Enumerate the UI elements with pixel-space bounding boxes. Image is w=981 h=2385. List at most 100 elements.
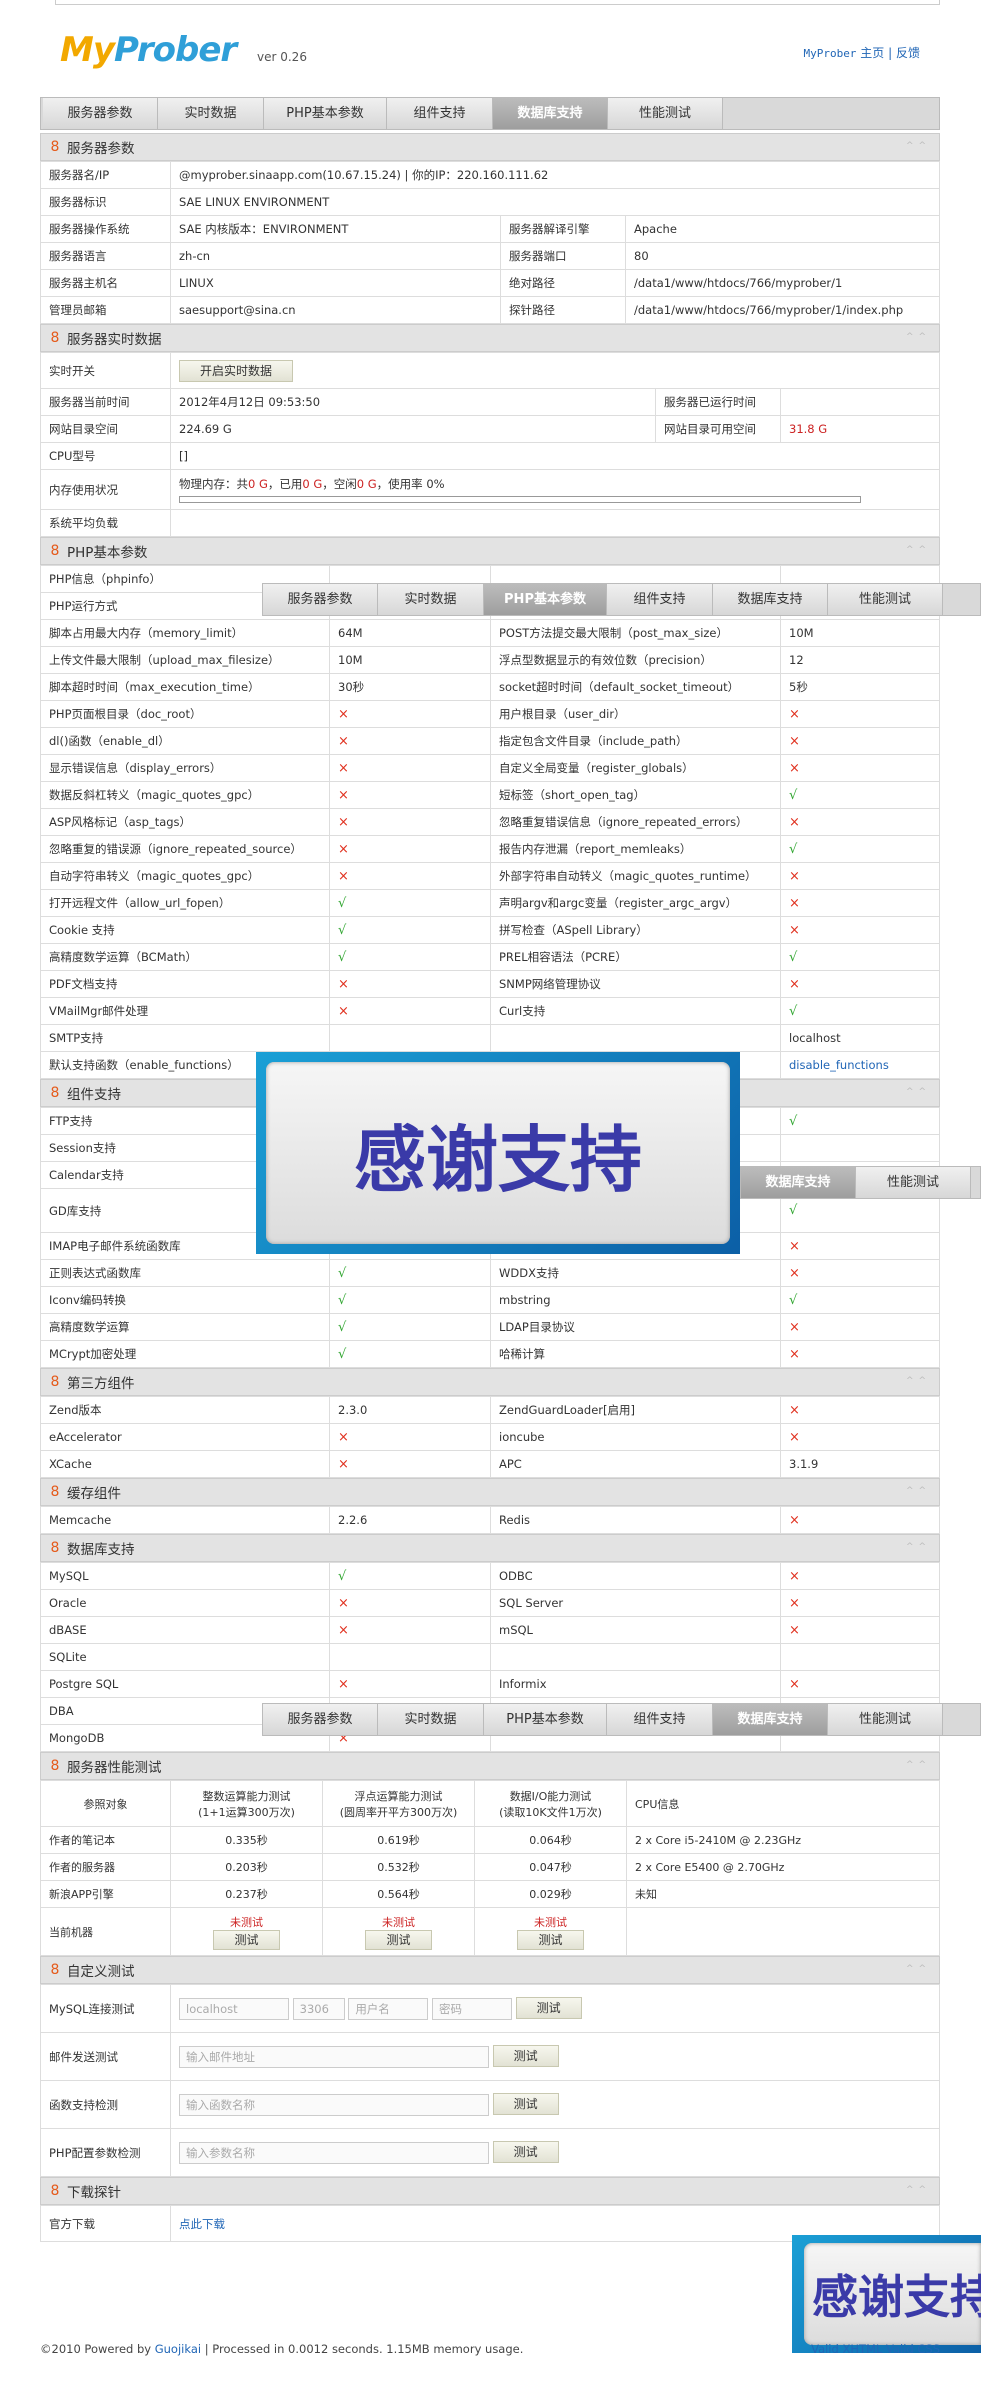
table-row: MCrypt加密处理 √ 哈稀计算 × <box>40 1340 940 1368</box>
config-input[interactable]: 输入参数名称 <box>179 2141 489 2164</box>
php-table: PHP信息（phpinfo）PHP运行方式apache2handlerPHP运行… <box>40 565 940 1079</box>
table-row: 新浪APP引擎 0.237秒 0.564秒 0.029秒 未知 <box>40 1880 940 1908</box>
table-row: PDF文档支持 × SNMP网络管理协议 × <box>40 970 940 998</box>
section-server-header[interactable]: 8 服务器参数 ^ ^ <box>40 133 940 161</box>
tab-1[interactable]: 实时数据 <box>158 98 264 129</box>
collapse-icon[interactable]: ^ ^ <box>906 1486 927 1496</box>
function-test-button[interactable]: 测试 <box>492 2093 559 2116</box>
table-row: Postgre SQL × Informix × <box>40 1670 940 1698</box>
table-row: Iconv编码转换 √ mbstring √ <box>40 1286 940 1314</box>
tab-4[interactable]: 数据库支持 <box>741 1167 856 1198</box>
thanks-ad-corner-text: 感谢支持 <box>804 2243 981 2345</box>
collapse-icon[interactable]: ^ ^ <box>906 1542 927 1552</box>
thanks-ad-banner[interactable]: 感谢支持 <box>256 1052 740 1254</box>
tab-5[interactable]: 性能测试 <box>856 1167 971 1198</box>
server-time: 2012年4月12日 09:53:50 <box>170 388 656 416</box>
table-row: 服务器标识 SAE LINUX ENVIRONMENT <box>40 188 940 216</box>
mysql-host-input[interactable]: localhost <box>179 1997 289 2020</box>
third-party-table: Zend版本 2.3.0 ZendGuardLoader[启用] × eAccelera… <box>40 1396 940 1478</box>
collapse-icon[interactable]: ^ ^ <box>906 1964 927 1974</box>
top-border <box>55 0 940 5</box>
tab-3[interactable]: 组件支持 <box>607 1704 713 1735</box>
table-row: dBASE × mSQL × <box>40 1616 940 1644</box>
perf-test-button[interactable]: 测试 <box>365 1929 432 1950</box>
tab-2[interactable]: PHP基本参数 <box>484 1704 607 1735</box>
home-link[interactable]: 主页 <box>860 46 884 60</box>
table-row: 正则表达式函数库 √ WDDX支持 × <box>40 1259 940 1287</box>
section-custom-header[interactable]: 8 自定义测试 ^ ^ <box>40 1956 940 1984</box>
collapse-icon[interactable]: ^ ^ <box>906 1087 927 1097</box>
collapse-icon[interactable]: ^ ^ <box>906 1376 927 1386</box>
table-row: dl()函数（enable_dl） × 指定包含文件目录（include_path）… <box>40 727 940 755</box>
table-row: 服务器语言 zh-cn 服务器端口 80 <box>40 242 940 270</box>
tab-2[interactable]: PHP基本参数 <box>484 584 607 615</box>
mysql-password-input[interactable]: 密码 <box>431 1997 512 2020</box>
tab-5[interactable]: 性能测试 <box>828 1704 943 1735</box>
collapse-icon[interactable]: ^ ^ <box>906 141 927 151</box>
mail-test-button[interactable]: 测试 <box>492 2045 559 2068</box>
tab-1[interactable]: 实时数据 <box>378 584 484 615</box>
table-row: 打开远程文件（allow_url_fopen） √ 声明argv和argc变量（re… <box>40 889 940 917</box>
section-third-header[interactable]: 8 第三方组件 ^ ^ <box>40 1368 940 1396</box>
config-test-button[interactable]: 测试 <box>492 2141 559 2164</box>
section-download-header[interactable]: 8 下载探针 ^ ^ <box>40 2177 940 2205</box>
thanks-ad-corner[interactable]: 感谢支持 <box>792 2235 981 2353</box>
feedback-link[interactable]: 反馈 <box>896 46 920 60</box>
custom-test-table: MySQL连接测试 localhost 3306 用户名 密码 测试 邮件发送测… <box>40 1984 940 2177</box>
collapse-icon[interactable]: ^ ^ <box>906 545 927 555</box>
collapse-icon[interactable]: ^ ^ <box>906 332 927 342</box>
perf-table: 参照对象 整数运算能力测试 (1+1运算300万次) 浮点运算能力测试 (圆周率开平… <box>40 1780 940 1956</box>
mysql-user-input[interactable]: 用户名 <box>348 1997 429 2020</box>
section-realtime-header[interactable]: 8 服务器实时数据 ^ ^ <box>40 324 940 352</box>
table-row: SQLite <box>40 1643 940 1671</box>
header-links: MyProber 主页 | 反馈 <box>803 46 920 60</box>
table-row: SMTP支持 localhost <box>40 1024 940 1052</box>
tab-0[interactable]: 服务器参数 <box>263 584 378 615</box>
table-row: 高精度数学运算（BCMath） √ PREL相容语法（PCRE） √ <box>40 943 940 971</box>
table-row: 服务器操作系统 SAE 内核版本：ENVIRONMENT 服务器解译引擎 Apache <box>40 215 940 243</box>
collapse-icon[interactable]: ^ ^ <box>906 2185 927 2195</box>
table-row: Cookie 支持 √ 拼写检查（ASpell Library） × <box>40 916 940 944</box>
table-row: 忽略重复的错误源（ignore_repeated_source） × 报告内存泄漏（… <box>40 835 940 863</box>
tab-3[interactable]: 组件支持 <box>387 98 493 129</box>
mysql-port-input[interactable]: 3306 <box>292 1997 345 2020</box>
download-link[interactable]: 点此下载 <box>179 2217 225 2231</box>
tab-4[interactable]: 数据库支持 <box>493 98 608 129</box>
table-row: Memcache 2.2.6 Redis × <box>40 1506 940 1534</box>
section-cache-header[interactable]: 8 缓存组件 ^ ^ <box>40 1478 940 1506</box>
section-php-header[interactable]: 8 PHP基本参数 ^ ^ <box>40 537 940 565</box>
table-row: 数据反斜杠转义（magic_quotes_gpc） × 短标签（short_open… <box>40 781 940 809</box>
perf-test-button[interactable]: 测试 <box>517 1929 584 1950</box>
section-perf-header[interactable]: 8 服务器性能测试 ^ ^ <box>40 1752 940 1780</box>
mysql-test-button[interactable]: 测试 <box>515 1997 582 2020</box>
tab-4[interactable]: 数据库支持 <box>713 584 828 615</box>
table-row: 自动字符串转义（magic_quotes_gpc） × 外部字符串自动转义（magi… <box>40 862 940 890</box>
table-row: 当前机器 未测试 测试 未测试 测试 未测试 测试 <box>40 1907 940 1956</box>
tab-2[interactable]: PHP基本参数 <box>264 98 387 129</box>
tab-3[interactable]: 组件支持 <box>607 584 713 615</box>
server-table: 服务器名/IP @myprober.sinaapp.com(10.67.15.24… <box>40 161 940 324</box>
author-link[interactable]: Guojikai <box>155 2342 201 2356</box>
table-row: 显示错误信息（display_errors） × 自定义全局变量（register_… <box>40 754 940 782</box>
collapse-icon[interactable]: ^ ^ <box>906 1760 927 1770</box>
tab-4[interactable]: 数据库支持 <box>713 1704 828 1735</box>
floating-tab-bar-db: 服务器参数 实时数据 PHP基本参数 组件支持 数据库支持 性能测试 <box>262 1703 981 1736</box>
tab-5[interactable]: 性能测试 <box>608 98 723 129</box>
section-db-header[interactable]: 8 数据库支持 ^ ^ <box>40 1534 940 1562</box>
valid-links[interactable]: Valid XHTML Valid CSS <box>811 2342 940 2356</box>
tab-0[interactable]: 服务器参数 <box>43 98 158 129</box>
table-row: 上传文件最大限制（upload_max_filesize） 10M 浮点型数据显示的… <box>40 646 940 674</box>
start-realtime-button[interactable]: 开启实时数据 <box>179 359 294 382</box>
mail-input[interactable]: 输入邮件地址 <box>179 2045 489 2068</box>
tab-0[interactable]: 服务器参数 <box>263 1704 378 1735</box>
tab-5[interactable]: 性能测试 <box>828 584 943 615</box>
table-row: 服务器名/IP @myprober.sinaapp.com(10.67.15.24… <box>40 161 940 189</box>
memory-usage-bar <box>179 496 861 503</box>
tab-1[interactable]: 实时数据 <box>378 1704 484 1735</box>
untested-label: 未测试 <box>534 1915 567 1929</box>
table-row: 高精度数学运算 √ LDAP目录协议 × <box>40 1313 940 1341</box>
table-row: 脚本占用最大内存（memory_limit） 64M POST方法提交最大限制（po… <box>40 619 940 647</box>
function-input[interactable]: 输入函数名称 <box>179 2093 489 2116</box>
perf-test-button[interactable]: 测试 <box>213 1929 280 1950</box>
table-row: eAccelerator × ioncube × <box>40 1423 940 1451</box>
